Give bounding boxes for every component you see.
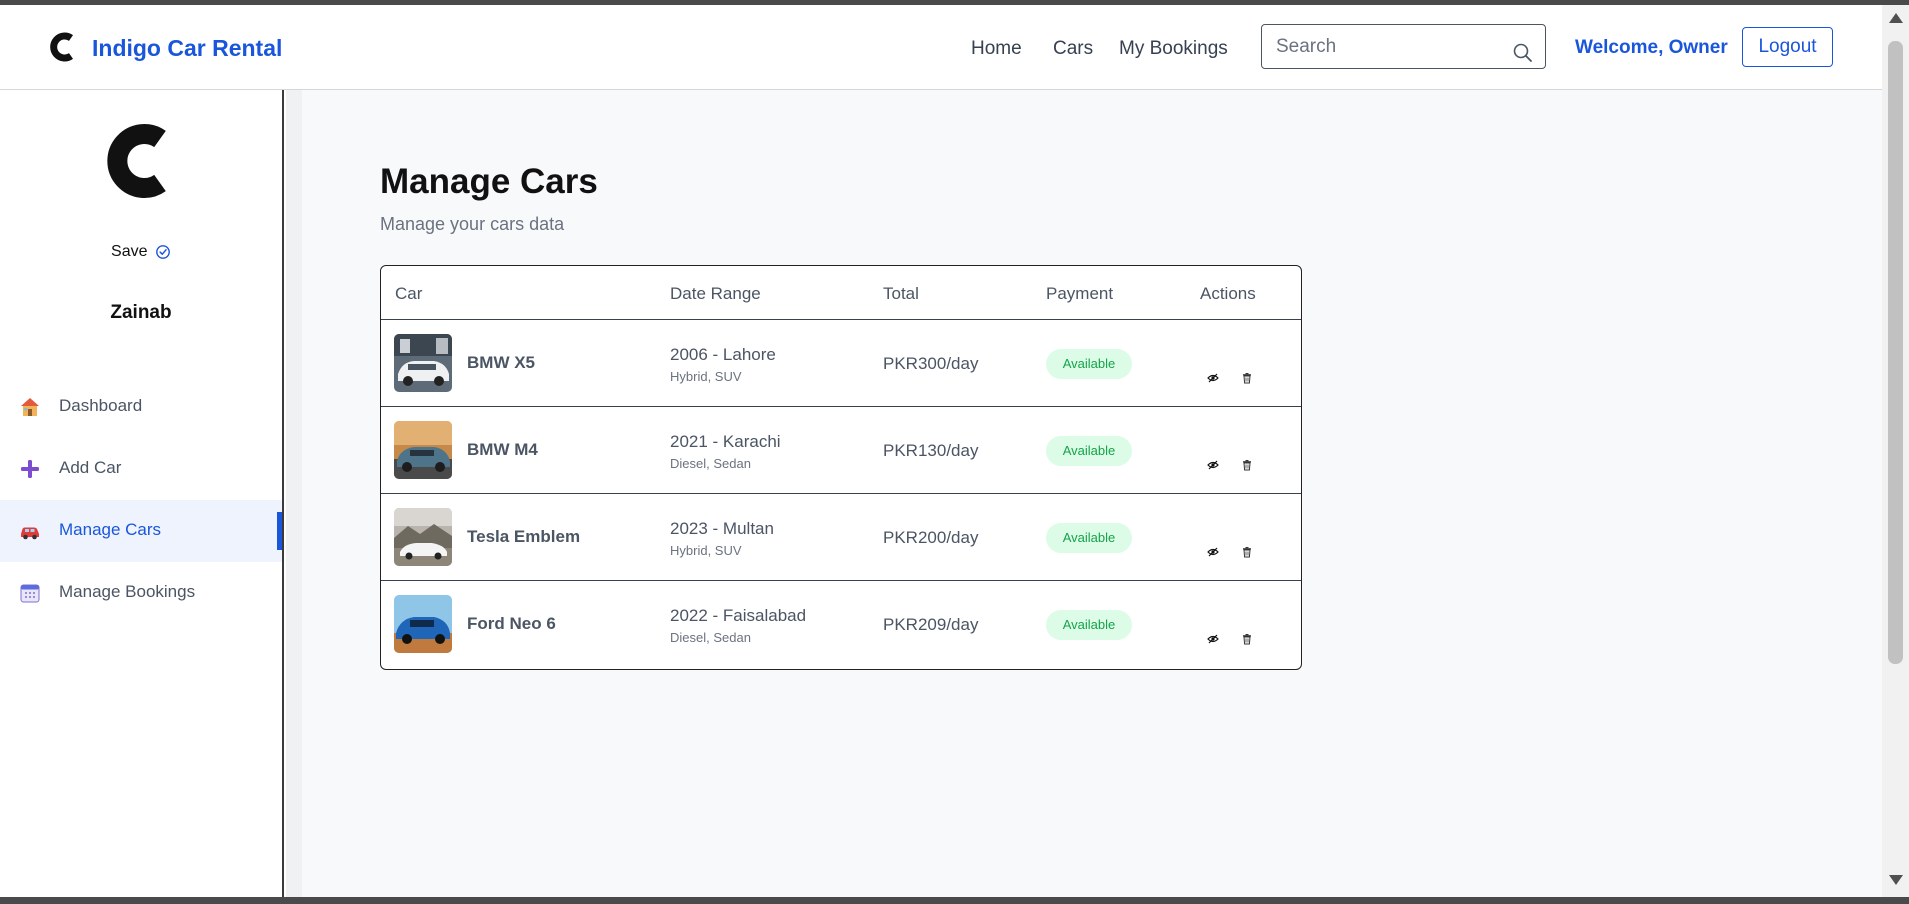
car-year-location: 2006 - Lahore	[670, 345, 776, 364]
sidebar-item-manage-bookings[interactable]: Manage Bookings	[0, 562, 282, 624]
search-icon[interactable]	[1512, 42, 1534, 64]
sidebar-item-label: Manage Cars	[59, 520, 162, 539]
profile-logo-icon	[107, 124, 166, 198]
sidebar-item-label: Add Car	[59, 458, 122, 477]
page-subtitle: Manage your cars data	[380, 214, 565, 234]
main-content: Manage Cars Manage your cars data Car Da…	[286, 90, 1882, 897]
house-icon	[21, 398, 39, 416]
profile-name: Zainab	[110, 302, 172, 323]
delete-trash-icon[interactable]	[1241, 372, 1253, 384]
column-header-payment: Payment	[1046, 284, 1114, 303]
nav-link-my-bookings[interactable]: My Bookings	[1119, 38, 1228, 60]
table-row: BMW X5 2006 - Lahore Hybrid, SUV PKR300/…	[381, 320, 1301, 407]
search-input[interactable]	[1262, 25, 1512, 68]
car-name: Ford Neo 6	[467, 614, 556, 633]
car-fuel-type: Hybrid, SUV	[670, 543, 742, 558]
car-price: PKR200/day	[883, 528, 979, 547]
table-row: BMW M4 2021 - Karachi Diesel, Sedan PKR1…	[381, 407, 1301, 494]
nav-link-home[interactable]: Home	[971, 38, 1022, 60]
sidebar-item-manage-cars[interactable]: Manage Cars	[0, 500, 282, 562]
car-thumbnail	[394, 595, 452, 653]
car-fuel-type: Diesel, Sedan	[670, 630, 751, 645]
car-year-location: 2023 - Multan	[670, 519, 774, 538]
calendar-icon	[20, 584, 40, 603]
nav-link-cars[interactable]: Cars	[1053, 38, 1093, 60]
sidebar-item-label: Manage Bookings	[59, 582, 196, 601]
hide-eye-icon[interactable]	[1207, 459, 1219, 471]
car-name: BMW X5	[467, 353, 535, 372]
search-box	[1261, 24, 1546, 69]
save-label: Save	[111, 243, 148, 260]
status-badge: Available	[1046, 610, 1132, 640]
sidebar: Save Zainab Dashboard Add Car Manage Car…	[0, 90, 284, 897]
page-title: Manage Cars	[380, 162, 598, 201]
save-row[interactable]: Save	[0, 243, 282, 261]
brand-name[interactable]: Indigo Car Rental	[92, 35, 282, 62]
status-badge: Available	[1046, 349, 1132, 379]
sidebar-item-add-car[interactable]: Add Car	[0, 438, 282, 500]
scrollbar-thumb[interactable]	[1888, 41, 1903, 664]
column-header-date-range: Date Range	[670, 284, 761, 303]
sidebar-item-label: Dashboard	[59, 396, 143, 415]
car-fuel-type: Diesel, Sedan	[670, 456, 751, 471]
scroll-up-arrow-icon[interactable]	[1889, 13, 1903, 23]
car-price: PKR300/day	[883, 354, 979, 373]
car-thumbnail	[394, 421, 452, 479]
delete-trash-icon[interactable]	[1241, 546, 1253, 558]
car-name: Tesla Emblem	[467, 527, 581, 546]
table-row: Tesla Emblem 2023 - Multan Hybrid, SUV P…	[381, 494, 1301, 581]
car-thumbnail	[394, 334, 452, 392]
hide-eye-icon[interactable]	[1207, 546, 1219, 558]
browser-viewport: Indigo Car Rental Home Cars My Bookings …	[0, 5, 1882, 897]
delete-trash-icon[interactable]	[1241, 633, 1253, 645]
logout-button[interactable]: Logout	[1742, 27, 1833, 67]
welcome-text: Welcome, Owner	[1575, 37, 1728, 58]
car-name: BMW M4	[467, 440, 538, 459]
hide-eye-icon[interactable]	[1207, 633, 1219, 645]
delete-trash-icon[interactable]	[1241, 459, 1253, 471]
car-year-location: 2021 - Karachi	[670, 432, 781, 451]
car-year-location: 2022 - Faisalabad	[670, 606, 807, 625]
scroll-down-arrow-icon[interactable]	[1889, 875, 1903, 885]
table-header: Car Date Range Total Payment Actions	[381, 266, 1301, 320]
check-circle-icon	[156, 245, 170, 259]
top-navbar: Indigo Car Rental Home Cars My Bookings …	[0, 5, 1882, 90]
hide-eye-icon[interactable]	[1207, 372, 1219, 384]
column-header-total: Total	[883, 284, 919, 303]
car-fuel-type: Hybrid, SUV	[670, 369, 742, 384]
page-scrollbar[interactable]	[1882, 5, 1909, 897]
column-header-car: Car	[395, 284, 423, 303]
car-thumbnail	[394, 508, 452, 566]
active-indicator	[277, 512, 282, 550]
status-badge: Available	[1046, 523, 1132, 553]
column-header-actions: Actions	[1200, 284, 1256, 303]
plus-icon	[21, 460, 39, 478]
table-row: Ford Neo 6 2022 - Faisalabad Diesel, Sed…	[381, 581, 1301, 668]
status-badge: Available	[1046, 436, 1132, 466]
brand-logo-icon[interactable]	[50, 32, 74, 62]
car-icon	[21, 527, 39, 540]
sidebar-item-dashboard[interactable]: Dashboard	[0, 376, 282, 438]
car-price: PKR209/day	[883, 615, 979, 634]
cars-table: Car Date Range Total Payment Actions BMW…	[380, 265, 1302, 670]
car-price: PKR130/day	[883, 441, 979, 460]
